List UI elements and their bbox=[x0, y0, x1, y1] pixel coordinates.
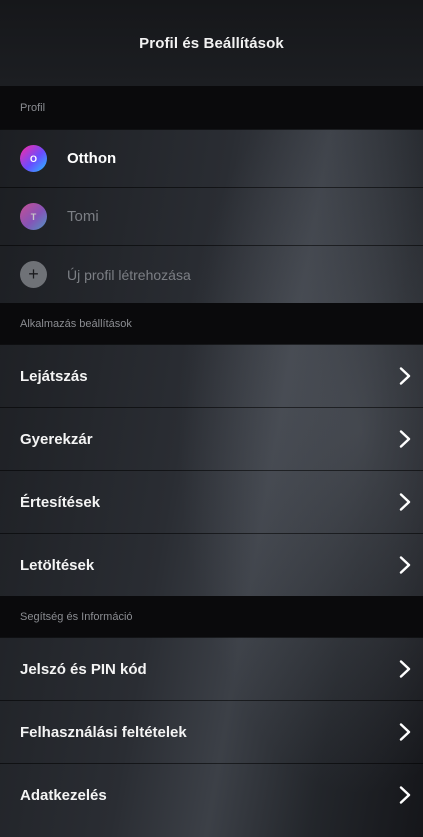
add-profile-button[interactable]: + Új profil létrehozása bbox=[0, 245, 423, 303]
section-title: Segítség és Információ bbox=[20, 610, 133, 623]
settings-item-label: Adatkezelés bbox=[20, 786, 107, 804]
chevron-right-icon bbox=[399, 367, 411, 385]
settings-item-label: Gyerekzár bbox=[20, 430, 93, 448]
settings-item-gyerekzar[interactable]: Gyerekzár bbox=[0, 407, 423, 470]
settings-item-adatkezeles[interactable]: Adatkezelés bbox=[0, 763, 423, 826]
section-header-app-settings: Alkalmazás beállítások bbox=[0, 303, 423, 344]
chevron-right-icon bbox=[399, 723, 411, 741]
settings-item-label: Lejátszás bbox=[20, 367, 88, 385]
settings-item-label: Értesítések bbox=[20, 493, 101, 511]
settings-item-ertesitesek[interactable]: Értesítések bbox=[0, 470, 423, 533]
chevron-right-icon bbox=[399, 660, 411, 678]
chevron-right-icon bbox=[399, 493, 411, 511]
top-bar: Profil és Beállítások bbox=[0, 0, 423, 86]
section-title: Alkalmazás beállítások bbox=[20, 317, 132, 330]
chevron-right-icon bbox=[399, 786, 411, 804]
profile-item-tomi[interactable]: T Tomi bbox=[0, 187, 423, 245]
plus-icon: + bbox=[20, 261, 47, 288]
settings-item-lejatszas[interactable]: Lejátszás bbox=[0, 344, 423, 407]
chevron-right-icon bbox=[399, 556, 411, 574]
profile-name: Otthon bbox=[67, 150, 117, 167]
settings-item-felhasznalasi-feltetelek[interactable]: Felhasználási feltételek bbox=[0, 700, 423, 763]
page-title: Profil és Beállítások bbox=[139, 34, 284, 52]
profile-name: Tomi bbox=[67, 208, 99, 225]
settings-item-label: Felhasználási feltételek bbox=[20, 723, 187, 741]
add-profile-label: Új profil létrehozása bbox=[67, 266, 191, 283]
profile-item-otthon[interactable]: O Otthon bbox=[0, 129, 423, 187]
settings-screen: Profil és Beállítások Profil O Otthon T … bbox=[0, 0, 423, 837]
avatar: O bbox=[20, 145, 47, 172]
section-header-profile: Profil bbox=[0, 86, 423, 129]
settings-item-letoltesek[interactable]: Letöltések bbox=[0, 533, 423, 596]
settings-item-label: Letöltések bbox=[20, 556, 95, 574]
avatar: T bbox=[20, 203, 47, 230]
settings-item-jelszo-pin[interactable]: Jelszó és PIN kód bbox=[0, 637, 423, 700]
section-title: Profil bbox=[20, 101, 46, 114]
section-header-help: Segítség és Információ bbox=[0, 596, 423, 637]
settings-item-label: Jelszó és PIN kód bbox=[20, 660, 147, 678]
chevron-right-icon bbox=[399, 430, 411, 448]
